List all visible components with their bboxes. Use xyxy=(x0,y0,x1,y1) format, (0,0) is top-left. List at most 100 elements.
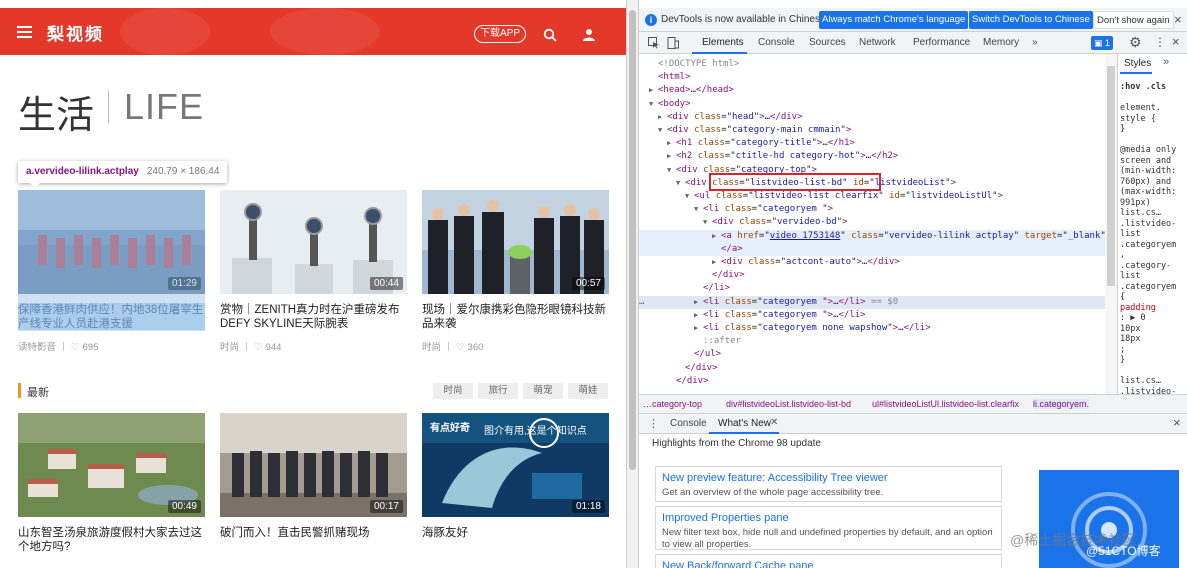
dont-show-again-button[interactable]: Don't show again xyxy=(1093,11,1174,29)
video-thumbnail[interactable]: 有点好奇 图介有用,这是个知识点 01:18 xyxy=(422,413,609,517)
video-thumbnail[interactable]: 00:44 xyxy=(220,190,407,294)
tag-babies[interactable]: 萌娃 xyxy=(568,383,608,399)
whats-new-card[interactable]: New preview feature: Accessibility Tree … xyxy=(655,466,1002,502)
video-title[interactable]: 破门而入！直击民警抓赌现场 xyxy=(220,526,407,554)
dom-node[interactable]: </div> xyxy=(639,375,1105,388)
elements-scrollbar-thumb[interactable] xyxy=(1107,66,1115,286)
expand-triangle-icon[interactable]: ▶ xyxy=(694,309,703,322)
dom-node[interactable]: ▶ <div class="head">…</div> xyxy=(639,111,1105,124)
video-title[interactable]: 山东智圣汤泉旅游度假村大家去过这个地方吗? xyxy=(18,526,205,554)
heart-icon[interactable]: ♡ xyxy=(254,342,263,353)
whats-new-card[interactable]: New Back/forward Cache pane xyxy=(655,554,1002,568)
more-tabs-icon[interactable]: » xyxy=(1163,56,1169,68)
expand-triangle-icon[interactable]: ▶ xyxy=(667,137,676,150)
drawer-tab-whats-new[interactable]: What's New xyxy=(718,418,771,429)
dom-node[interactable]: </li> xyxy=(639,282,1105,295)
kebab-menu-icon[interactable]: ⋮ xyxy=(1154,35,1166,49)
download-app-button[interactable]: 下载APP xyxy=(474,25,527,43)
breadcrumb-item-selected[interactable]: li.categoryem. xyxy=(1033,399,1090,409)
close-icon[interactable]: ✕ xyxy=(770,417,778,428)
collapse-triangle-icon[interactable]: ▼ xyxy=(703,216,712,229)
close-icon[interactable]: × xyxy=(1174,12,1182,27)
expand-triangle-icon[interactable]: ▶ xyxy=(694,296,703,309)
tab-network[interactable]: Network xyxy=(859,37,896,48)
video-title[interactable]: 现场｜爱尔康携彩色隐形眼镜科技新品来袭 xyxy=(422,303,609,331)
kebab-menu-icon[interactable]: ⋮ xyxy=(648,417,659,430)
video-card[interactable]: 00:17 破门而入！直击民警抓赌现场 xyxy=(220,413,407,554)
breadcrumb-item[interactable]: …category-top xyxy=(643,399,702,409)
search-icon[interactable] xyxy=(543,28,557,42)
inspect-element-icon[interactable] xyxy=(648,37,660,49)
dom-node[interactable]: ▶ <head>…</head> xyxy=(639,84,1105,97)
dom-node[interactable]: ▼ <body> xyxy=(639,98,1105,111)
video-title[interactable]: 赏物｜ZENITH真力时在沪重磅发布DEFY SKYLINE天际腕表 xyxy=(220,303,407,331)
user-icon[interactable] xyxy=(582,28,596,42)
dom-node[interactable]: ▶ <li class="categoryem ">…</li> xyxy=(639,309,1105,322)
match-language-button[interactable]: Always match Chrome's language xyxy=(819,11,969,29)
switch-chinese-button[interactable]: Switch DevTools to Chinese xyxy=(969,11,1093,29)
tag-travel[interactable]: 旅行 xyxy=(478,383,518,399)
expand-triangle-icon[interactable]: ▶ xyxy=(712,230,721,243)
collapse-triangle-icon[interactable]: ▼ xyxy=(667,164,676,177)
page-scrollbar-thumb[interactable] xyxy=(629,10,636,470)
dom-node[interactable]: <!DOCTYPE html> xyxy=(639,58,1105,71)
dom-node[interactable]: </a> xyxy=(639,242,1105,256)
video-card[interactable]: 00:57 现场｜爱尔康携彩色隐形眼镜科技新品来袭 时尚 ♡ 360 xyxy=(422,190,609,353)
collapse-triangle-icon[interactable]: ▼ xyxy=(676,177,685,190)
whats-new-card-title[interactable]: Improved Properties pane xyxy=(662,511,995,525)
gear-icon[interactable]: ⚙ xyxy=(1129,34,1142,51)
tab-sources[interactable]: Sources xyxy=(809,37,846,48)
tab-memory[interactable]: Memory xyxy=(983,37,1019,48)
site-logo[interactable]: 梨视频 xyxy=(47,20,104,45)
video-thumbnail[interactable]: 00:57 xyxy=(422,190,609,294)
more-tabs-icon[interactable]: » xyxy=(1032,37,1038,48)
breadcrumb-item[interactable]: div#listvideoList.listvideo-list-bd xyxy=(726,399,851,409)
video-source[interactable]: 读特影音 xyxy=(18,342,56,353)
tab-performance[interactable]: Performance xyxy=(913,37,970,48)
dom-node[interactable]: </div> xyxy=(639,269,1105,282)
close-icon[interactable]: × xyxy=(1173,415,1181,430)
dom-node[interactable]: ▼ <div class="category-main cmmain"> xyxy=(639,124,1105,137)
expand-triangle-icon[interactable]: ▶ xyxy=(694,322,703,335)
tab-console[interactable]: Console xyxy=(758,37,795,48)
video-thumbnail[interactable]: 00:17 xyxy=(220,413,407,517)
expand-triangle-icon[interactable]: ▶ xyxy=(649,84,658,97)
expand-triangle-icon[interactable]: ▶ xyxy=(712,256,721,269)
dom-node[interactable]: ::after xyxy=(639,335,1105,348)
heart-icon[interactable]: ♡ xyxy=(71,342,80,353)
expand-triangle-icon[interactable]: ▶ xyxy=(667,150,676,163)
dom-node[interactable]: ▶ <li class="categoryem none wapshow">…</… xyxy=(639,322,1105,335)
video-card[interactable]: 00:44 赏物｜ZENITH真力时在沪重磅发布DEFY SKYLINE天际腕表… xyxy=(220,190,407,353)
dom-node[interactable]: </div> xyxy=(639,362,1105,375)
dom-node-selected[interactable]: … ▶ <li class="categoryem ">…</li> == $0 xyxy=(639,295,1105,309)
collapse-triangle-icon[interactable]: ▼ xyxy=(685,190,694,203)
tag-pets[interactable]: 萌宠 xyxy=(523,383,563,399)
dom-node[interactable]: ▼ <li class="categoryem "> xyxy=(639,203,1105,216)
video-source[interactable]: 时尚 xyxy=(422,342,441,353)
dom-node[interactable]: ▼ <ul class="listvideo-list clearfix" id=… xyxy=(639,190,1105,203)
tab-styles[interactable]: Styles xyxy=(1124,58,1151,69)
tag-fashion[interactable]: 时尚 xyxy=(433,383,473,399)
menu-icon[interactable] xyxy=(17,26,32,38)
collapse-triangle-icon[interactable]: ▼ xyxy=(658,124,667,137)
close-icon[interactable]: × xyxy=(1172,34,1180,49)
dom-node[interactable]: </ul> xyxy=(639,348,1105,361)
dom-node[interactable]: ▼ <div class="vervideo-bd"> xyxy=(639,216,1105,229)
collapse-triangle-icon[interactable]: ▼ xyxy=(649,98,658,111)
expand-triangle-icon[interactable]: ▶ xyxy=(658,111,667,124)
video-title[interactable]: 海豚友好 xyxy=(422,526,609,554)
heart-icon[interactable]: ♡ xyxy=(456,342,465,353)
video-source[interactable]: 时尚 xyxy=(220,342,239,353)
video-thumbnail[interactable]: 00:49 xyxy=(18,413,205,517)
dom-node[interactable]: ▶ <a href="video_1753148" class="vervideo… xyxy=(639,229,1105,243)
whats-new-card[interactable]: Improved Properties pane New filter text… xyxy=(655,506,1002,550)
collapse-triangle-icon[interactable]: ▼ xyxy=(694,203,703,216)
dom-node[interactable]: <html> xyxy=(639,71,1105,84)
issues-badge[interactable]: ▣ 1 xyxy=(1091,36,1114,50)
whats-new-card-title[interactable]: New preview feature: Accessibility Tree … xyxy=(662,471,995,485)
drawer-tab-console[interactable]: Console xyxy=(670,418,707,429)
video-card[interactable]: 00:49 山东智圣汤泉旅游度假村大家去过这个地方吗? xyxy=(18,413,205,554)
dom-node[interactable]: ▶ <h2 class="ctitle-hd category-hot">…</h… xyxy=(639,150,1105,163)
dom-node[interactable]: ▶ <h1 class="category-title">…</h1> xyxy=(639,137,1105,150)
dom-node[interactable]: ▶ <div class="actcont-auto">…</div> xyxy=(639,256,1105,269)
